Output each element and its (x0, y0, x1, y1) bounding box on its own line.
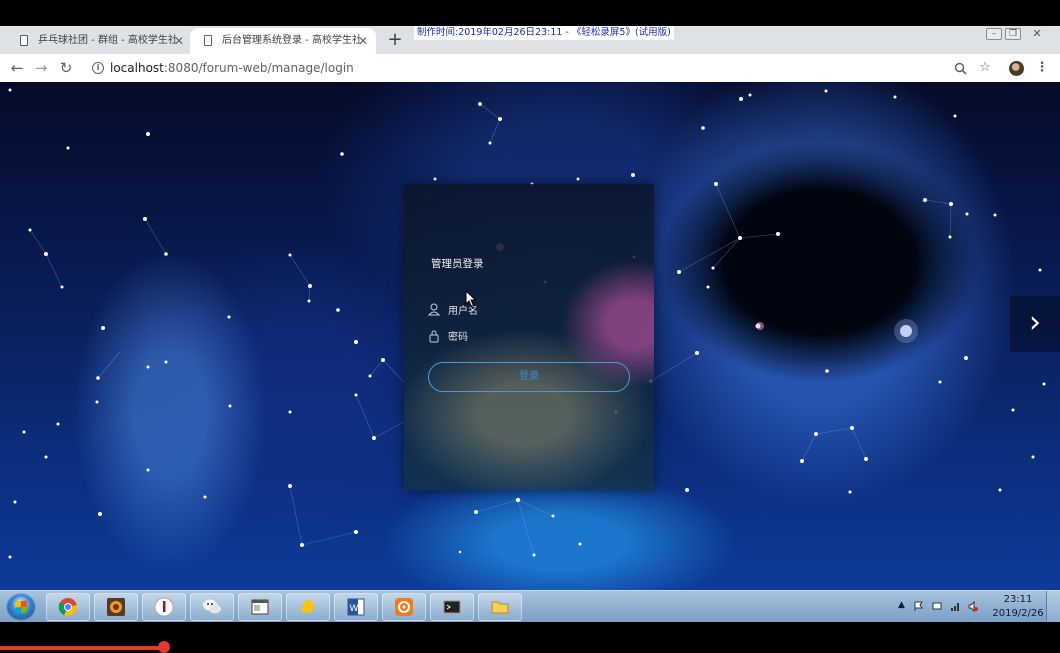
login-title: 管理员登录 (431, 258, 484, 270)
close-tab-icon[interactable]: ✕ (358, 28, 368, 54)
windows-taskbar: W ▲ 23:11 2019/2/26 (0, 590, 1060, 623)
lock-icon (429, 330, 439, 343)
network-icon[interactable] (932, 601, 942, 612)
username-field (428, 302, 608, 320)
page-icon (20, 35, 28, 46)
recording-watermark: 制作时间:2019年02月26日23:11 - 《轻松录屏5》(试用版) (414, 26, 674, 40)
forward-icon[interactable]: → (30, 54, 52, 82)
svg-text:W: W (350, 604, 359, 614)
new-tab-button[interactable]: + (386, 26, 404, 54)
volume-icon[interactable] (968, 601, 978, 612)
taskbar-wechat[interactable] (190, 593, 234, 621)
taskbar-settings[interactable] (382, 593, 426, 621)
login-form: 管理员登录 登录 (404, 184, 654, 490)
show-desktop-button[interactable] (1046, 591, 1060, 623)
tray-expand-icon[interactable]: ▲ (898, 600, 905, 610)
user-icon (428, 303, 440, 316)
password-input[interactable] (448, 328, 598, 346)
folder-icon (491, 601, 509, 614)
start-button[interactable] (6, 593, 36, 621)
reload-icon[interactable]: ↻ (55, 54, 77, 82)
url-host: localhost (110, 61, 164, 75)
minimize-icon[interactable]: – (986, 28, 1002, 40)
terminal-icon (443, 600, 461, 614)
letterbox-top (0, 0, 1060, 26)
recording-progress-bar (0, 646, 164, 650)
settings-icon (395, 598, 413, 616)
password-field (428, 328, 608, 346)
clock-time[interactable]: 23:11 (993, 594, 1043, 605)
site-info-icon[interactable]: i (92, 62, 104, 74)
mouse-cursor-icon (465, 290, 477, 308)
recording-indicator-icon (158, 641, 170, 653)
page-icon (204, 35, 212, 46)
restore-icon[interactable]: ❐ (1005, 28, 1021, 40)
game-icon (107, 598, 125, 616)
tab-admin-login[interactable]: 后台管理系统登录 - 高校学生社团 ✕ (190, 28, 376, 54)
url-path: :8080/forum-web/manage/login (163, 61, 354, 75)
taskbar-explorer[interactable] (478, 593, 522, 621)
chrome-icon (58, 598, 78, 616)
login-button[interactable]: 登录 (428, 362, 630, 392)
close-window-icon[interactable]: ✕ (1029, 28, 1045, 40)
url-field[interactable]: localhost:8080/forum-web/manage/login (110, 54, 354, 82)
address-bar: ← → ↻ i localhost:8080/forum-web/manage/… (0, 54, 1060, 83)
back-icon[interactable]: ← (6, 54, 28, 82)
wine-icon (154, 597, 174, 617)
close-tab-icon[interactable]: ✕ (174, 28, 184, 54)
taskbar-wine[interactable] (142, 593, 186, 621)
pinyin-icon (301, 600, 315, 613)
tab-title: 后台管理系统登录 - 高校学生社团 (222, 35, 360, 46)
taskbar-word[interactable]: W (334, 593, 378, 621)
taskbar-game[interactable] (94, 593, 138, 621)
taskbar-window[interactable] (238, 593, 282, 621)
taskbar-chrome[interactable] (46, 593, 90, 621)
clock-date[interactable]: 2019/2/26 (990, 608, 1046, 619)
tab-title: 乒乓球社团 - 群组 - 高校学生社团 (38, 35, 176, 46)
taskbar-terminal[interactable] (430, 593, 474, 621)
window-icon (251, 599, 269, 615)
star-icon[interactable]: ☆ (975, 54, 995, 82)
carousel-next-button[interactable]: › (1010, 296, 1060, 352)
tab-pingpong[interactable]: 乒乓球社团 - 群组 - 高校学生社团 ✕ (6, 28, 192, 54)
wechat-icon (203, 599, 221, 614)
flag-icon[interactable] (914, 601, 924, 612)
signal-icon[interactable] (950, 601, 960, 612)
profile-avatar[interactable] (1009, 61, 1024, 76)
login-page-background: 管理员登录 登录 › (0, 82, 1060, 590)
zoom-icon[interactable] (950, 54, 970, 82)
taskbar-pinyin[interactable] (286, 593, 330, 621)
menu-icon[interactable]: ⋮ (1032, 54, 1052, 82)
word-icon: W (347, 598, 365, 616)
